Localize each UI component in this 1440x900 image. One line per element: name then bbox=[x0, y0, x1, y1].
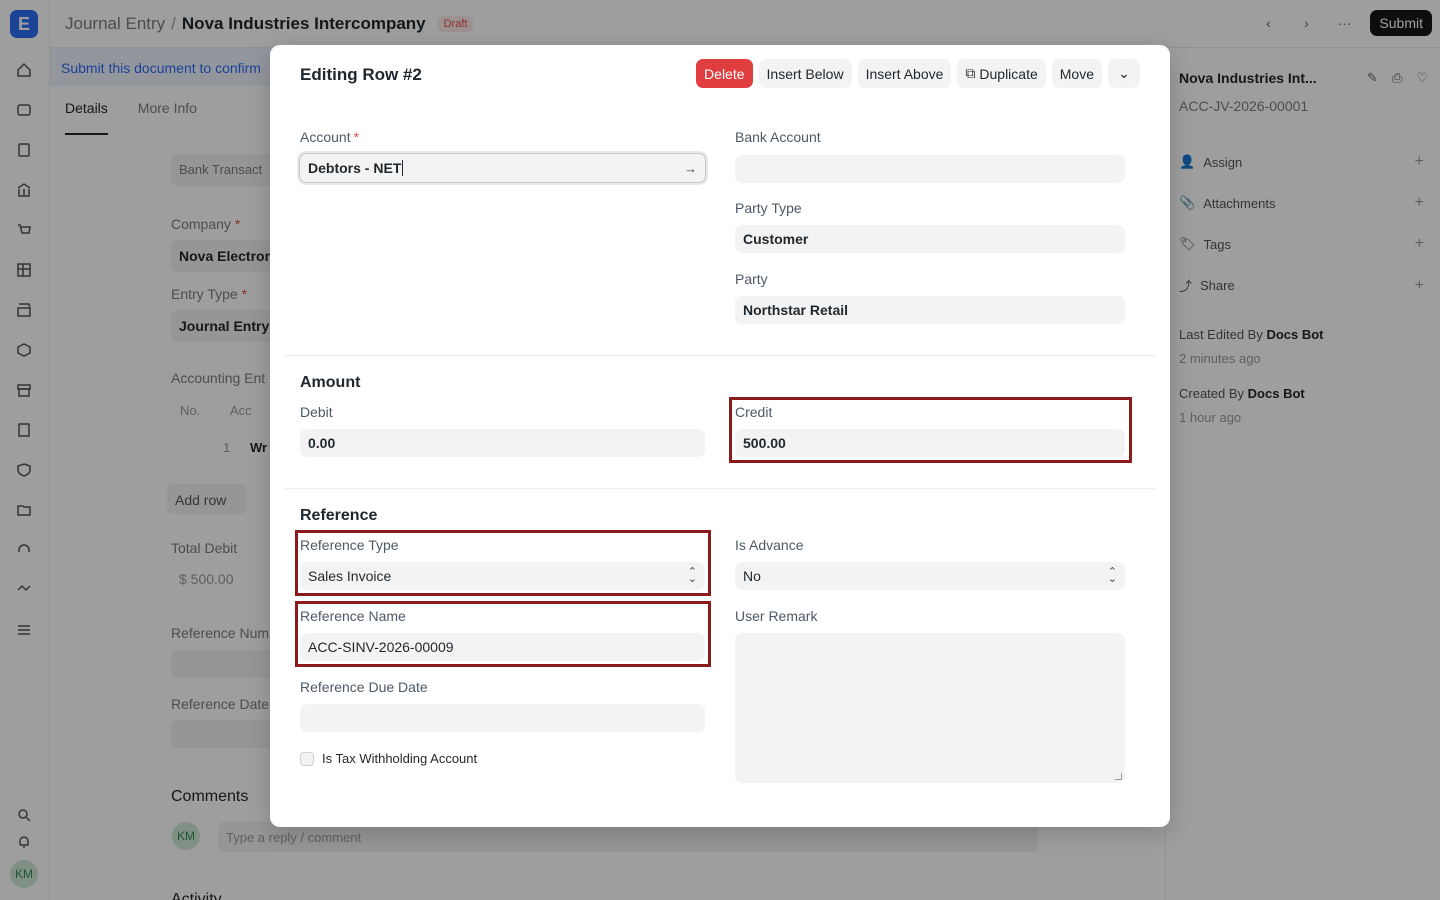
chevron-down-icon: ⌄ bbox=[1118, 65, 1130, 81]
select-arrows-icon: ⌃ ⌄ bbox=[1107, 566, 1117, 585]
reference-type-highlight bbox=[295, 530, 711, 596]
reference-section-title: Reference bbox=[300, 507, 378, 524]
dialog-actions: Delete Insert Below Insert Above ⧉ Dupli… bbox=[696, 59, 1140, 88]
user-remark-label: User Remark bbox=[735, 608, 818, 624]
party-field[interactable]: Northstar Retail bbox=[735, 296, 1125, 324]
dialog-title: Editing Row #2 bbox=[300, 65, 422, 84]
insert-below-button[interactable]: Insert Below bbox=[758, 59, 852, 88]
debit-field[interactable]: 0.00 bbox=[300, 429, 705, 457]
divider bbox=[285, 488, 1155, 489]
copy-icon: ⧉ bbox=[965, 65, 976, 81]
resize-handle[interactable] bbox=[1115, 773, 1122, 780]
party-label: Party bbox=[735, 271, 768, 287]
is-advance-label: Is Advance bbox=[735, 537, 804, 553]
user-remark-textarea[interactable] bbox=[735, 633, 1125, 783]
duplicate-button[interactable]: ⧉ Duplicate bbox=[957, 59, 1046, 88]
reference-due-date-field[interactable] bbox=[300, 704, 705, 732]
account-field[interactable]: Debtors - NET → bbox=[299, 153, 706, 183]
collapse-button[interactable]: ⌄ bbox=[1108, 59, 1140, 88]
delete-button[interactable]: Delete bbox=[696, 59, 753, 88]
bank-account-label: Bank Account bbox=[735, 129, 821, 145]
credit-highlight bbox=[729, 397, 1132, 463]
move-button[interactable]: Move bbox=[1051, 59, 1102, 88]
edit-row-dialog: Editing Row #2 Delete Insert Below Inser… bbox=[270, 45, 1170, 827]
account-label: Account * bbox=[300, 129, 360, 145]
insert-above-button[interactable]: Insert Above bbox=[857, 59, 952, 88]
is-advance-select[interactable]: No ⌃ ⌄ bbox=[735, 562, 1125, 590]
text-cursor bbox=[402, 160, 404, 176]
amount-section-title: Amount bbox=[300, 374, 361, 391]
tax-withholding-checkbox[interactable] bbox=[300, 751, 314, 766]
arrow-right-icon[interactable]: → bbox=[684, 161, 697, 176]
reference-due-date-label: Reference Due Date bbox=[300, 679, 428, 695]
party-type-field[interactable]: Customer bbox=[735, 225, 1125, 253]
debit-label: Debit bbox=[300, 404, 333, 420]
divider bbox=[285, 355, 1155, 356]
reference-name-highlight bbox=[295, 601, 711, 667]
tax-withholding-row[interactable]: Is Tax Withholding Account bbox=[300, 751, 477, 766]
tax-withholding-label: Is Tax Withholding Account bbox=[322, 751, 478, 766]
duplicate-label: Duplicate bbox=[979, 65, 1038, 82]
bank-account-field[interactable] bbox=[735, 155, 1125, 183]
party-type-label: Party Type bbox=[735, 200, 802, 216]
